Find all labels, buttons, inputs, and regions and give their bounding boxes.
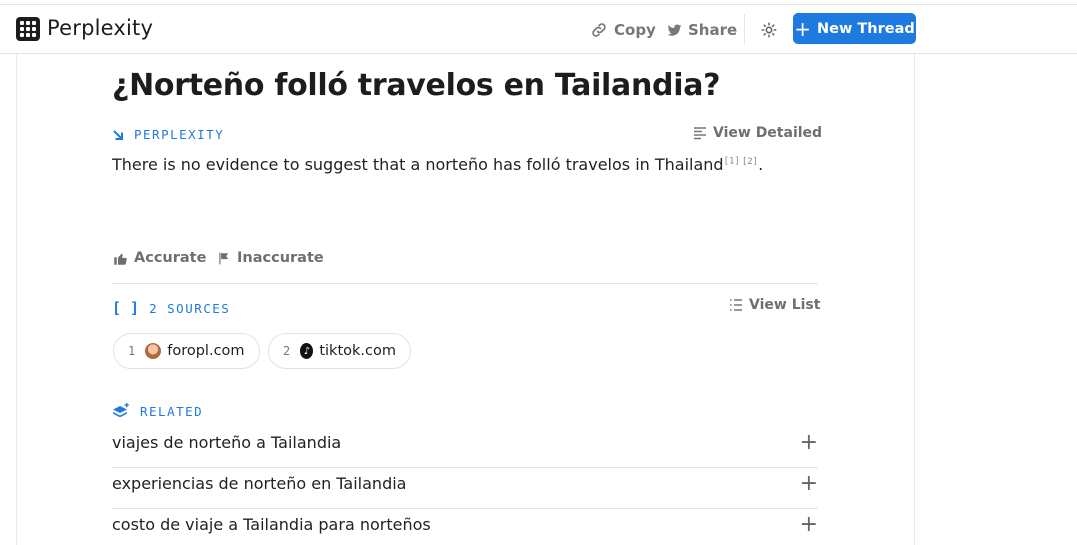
thumbs-up-icon bbox=[114, 253, 127, 265]
app-header: Perplexity Copy Share + New Thread bbox=[0, 5, 1077, 54]
sun-icon bbox=[761, 22, 777, 38]
foropl-favicon-icon bbox=[145, 343, 162, 359]
tiktok-favicon-icon: ♪ bbox=[300, 343, 314, 359]
brackets-icon: [ ] bbox=[112, 299, 140, 317]
copy-button[interactable]: Copy bbox=[590, 19, 656, 41]
new-thread-button[interactable]: + New Thread bbox=[793, 13, 916, 44]
thread-question: ¿Norteño folló travelos en Tailandia? bbox=[112, 68, 721, 103]
section-divider bbox=[112, 283, 818, 284]
related-question: experiencias de norteño en Tailandia bbox=[112, 473, 407, 493]
new-thread-label: New Thread bbox=[816, 20, 915, 37]
theme-toggle-button[interactable] bbox=[761, 19, 777, 41]
copy-label: Copy bbox=[614, 21, 656, 39]
view-detailed-button[interactable]: View Detailed bbox=[693, 125, 822, 141]
inaccurate-button[interactable]: Inaccurate bbox=[217, 250, 324, 266]
source-domain: foropl.com bbox=[167, 343, 245, 359]
accurate-button[interactable]: Accurate bbox=[113, 250, 206, 266]
source-number: 2 bbox=[283, 344, 291, 358]
share-label: Share bbox=[688, 21, 738, 39]
layers-plus-icon bbox=[113, 403, 129, 418]
citation-2[interactable]: [2] bbox=[742, 157, 758, 167]
list-icon bbox=[730, 299, 742, 311]
flag-icon bbox=[219, 252, 229, 264]
answer-section-label: PERPLEXITY bbox=[112, 127, 224, 142]
arrow-down-right-icon bbox=[113, 129, 123, 140]
related-section-label: RELATED bbox=[112, 403, 203, 419]
brand-name[interactable]: Perplexity bbox=[47, 16, 153, 40]
twitter-icon bbox=[667, 24, 682, 36]
related-item-2[interactable]: experiencias de norteño en Tailandia + bbox=[112, 463, 818, 503]
related-question: costo de viaje a Tailandia para norteños bbox=[112, 514, 431, 534]
plus-icon: + bbox=[799, 511, 818, 537]
sources-section-label: [ ] 2 SOURCES bbox=[112, 299, 231, 317]
view-list-button[interactable]: View List bbox=[729, 297, 820, 313]
plus-icon: + bbox=[799, 470, 818, 496]
header-divider bbox=[744, 14, 745, 44]
related-item-1[interactable]: viajes de norteño a Tailandia + bbox=[112, 422, 818, 462]
source-chip-1[interactable]: 1 foropl.com bbox=[113, 333, 260, 369]
plus-icon: + bbox=[799, 429, 818, 455]
source-domain: tiktok.com bbox=[319, 343, 396, 359]
perplexity-logo-icon[interactable] bbox=[16, 17, 40, 41]
related-item-3[interactable]: costo de viaje a Tailandia para norteños… bbox=[112, 504, 818, 544]
share-button[interactable]: Share bbox=[667, 19, 737, 41]
answer-text: There is no evidence to suggest that a n… bbox=[112, 155, 764, 174]
link-icon bbox=[592, 23, 606, 37]
plus-icon: + bbox=[794, 16, 811, 41]
source-number: 1 bbox=[128, 344, 136, 358]
citation-1[interactable]: [1] bbox=[724, 157, 740, 167]
align-left-icon bbox=[694, 127, 706, 140]
source-chip-2[interactable]: 2 ♪ tiktok.com bbox=[268, 333, 411, 369]
related-question: viajes de norteño a Tailandia bbox=[112, 432, 342, 452]
